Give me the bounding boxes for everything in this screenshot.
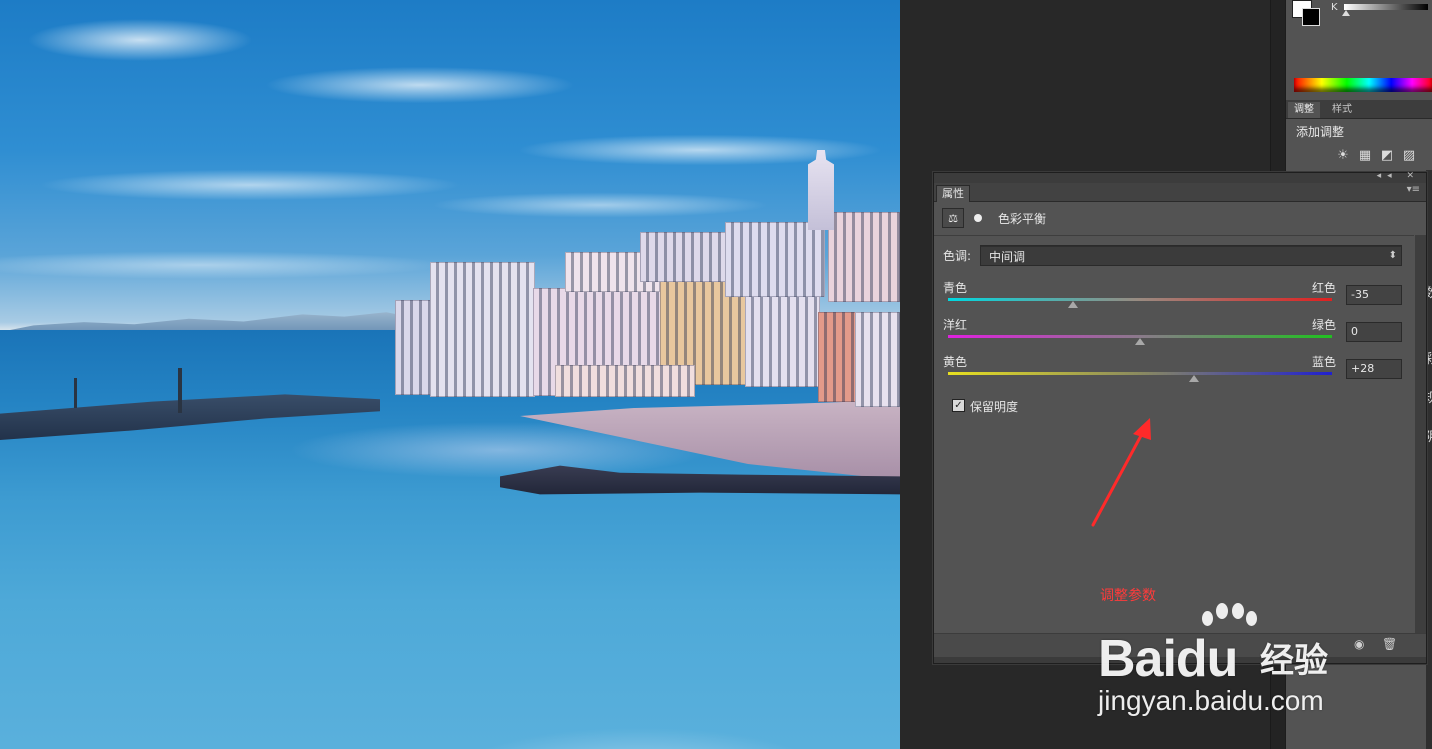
properties-header: ⚖ 色彩平衡 bbox=[942, 207, 1046, 229]
watermark-brand-tail: du bbox=[1175, 630, 1239, 688]
trash-icon[interactable]: 🗑 bbox=[1382, 637, 1397, 651]
header-divider bbox=[934, 235, 1414, 236]
tone-label: 色调: bbox=[943, 249, 972, 263]
watermark-brand: Baidu bbox=[1098, 629, 1239, 689]
k-slider-track[interactable] bbox=[1344, 4, 1428, 10]
bell-tower bbox=[808, 150, 834, 230]
red-label: 红色 bbox=[1312, 281, 1337, 295]
watermark-cn: 经验 bbox=[1260, 641, 1328, 681]
magenta-green-value: 0 bbox=[1351, 325, 1358, 338]
paw-icon bbox=[1202, 611, 1213, 626]
adjustment-icon-row: ☀ ▦ ◩ ▨ bbox=[1334, 148, 1418, 166]
k-channel-label: K bbox=[1331, 2, 1338, 13]
panel-drag-bar[interactable]: ◂◂ ✕ bbox=[934, 171, 1426, 183]
paw-icon bbox=[1216, 603, 1228, 619]
tab-adjustments[interactable]: 调整 bbox=[1288, 102, 1320, 118]
exposure-icon[interactable]: ▨ bbox=[1400, 148, 1418, 164]
magenta-label: 洋红 bbox=[943, 318, 968, 332]
watermark-url: jingyan.baidu.com bbox=[1098, 685, 1324, 716]
building bbox=[725, 222, 825, 297]
properties-tabbar: 属性 ▾≡ bbox=[934, 183, 1426, 202]
cyan-red-value: -35 bbox=[1351, 288, 1369, 301]
panel-scrollbar[interactable] bbox=[1415, 235, 1426, 633]
baidu-jingyan-watermark: Baidu 经验 jingyan.baidu.com bbox=[1098, 595, 1368, 725]
panel-menu-icon[interactable]: ▾≡ bbox=[1407, 184, 1420, 195]
building bbox=[855, 312, 900, 407]
balance-scale-icon[interactable]: ⚖ bbox=[942, 208, 964, 228]
properties-panel: ◂◂ ✕ 属性 ▾≡ ⚖ 色彩平衡 色调: 中间调 ⬍ 青色 红色 -35 洋红… bbox=[933, 171, 1427, 664]
color-spectrum-bar[interactable] bbox=[1294, 78, 1432, 92]
adjustment-title: 色彩平衡 bbox=[998, 211, 1047, 226]
tone-dropdown[interactable]: 中间调 ⬍ bbox=[980, 245, 1402, 266]
cyan-red-slider-thumb[interactable] bbox=[1067, 301, 1078, 308]
pier-lamp bbox=[178, 368, 182, 413]
layer-mask-icon[interactable] bbox=[970, 210, 986, 226]
cyan-red-value-field[interactable]: -35 bbox=[1346, 285, 1402, 305]
tab-properties[interactable]: 属性 bbox=[936, 185, 970, 202]
building bbox=[555, 365, 695, 397]
panel-collapse-close-buttons[interactable]: ◂◂ ✕ bbox=[1377, 171, 1420, 181]
yellow-blue-value: +28 bbox=[1351, 362, 1375, 375]
yellow-blue-slider[interactable] bbox=[948, 372, 1332, 375]
preserve-luminosity-checkbox[interactable]: ✓ bbox=[952, 399, 965, 412]
magenta-green-value-field[interactable]: 0 bbox=[1346, 322, 1402, 342]
document-canvas[interactable] bbox=[0, 0, 900, 749]
magenta-green-slider-thumb[interactable] bbox=[1135, 338, 1145, 345]
blue-label: 蓝色 bbox=[1312, 355, 1337, 369]
cyan-label: 青色 bbox=[943, 281, 968, 295]
dropdown-arrows-icon: ⬍ bbox=[1388, 250, 1397, 261]
pier-post bbox=[74, 378, 77, 408]
background-color-swatch[interactable] bbox=[1302, 8, 1320, 26]
paw-icon bbox=[1232, 603, 1244, 619]
brightness-icon[interactable]: ☀ bbox=[1334, 148, 1352, 164]
tone-dropdown-value: 中间调 bbox=[989, 250, 1026, 264]
adjustments-tabbar: 调整 样式 bbox=[1286, 100, 1432, 119]
building bbox=[640, 232, 730, 282]
building bbox=[818, 312, 858, 402]
k-slider-thumb[interactable] bbox=[1342, 10, 1350, 16]
building bbox=[395, 300, 435, 395]
cyan-red-slider[interactable] bbox=[948, 298, 1332, 301]
yellow-blue-slider-thumb[interactable] bbox=[1188, 375, 1199, 382]
annotation-arrow bbox=[1091, 418, 1151, 527]
add-adjustment-label: 添加调整 bbox=[1296, 125, 1345, 139]
paw-icon bbox=[1246, 611, 1257, 626]
yellow-blue-value-field[interactable]: +28 bbox=[1346, 359, 1402, 379]
watermark-brand-head: Bai bbox=[1098, 630, 1177, 688]
building bbox=[828, 212, 900, 302]
distant-mountains bbox=[0, 312, 420, 332]
curves-icon[interactable]: ◩ bbox=[1378, 148, 1396, 164]
building bbox=[430, 262, 535, 397]
tab-styles[interactable]: 样式 bbox=[1326, 102, 1358, 118]
yellow-label: 黄色 bbox=[943, 355, 968, 369]
levels-icon[interactable]: ▦ bbox=[1356, 148, 1374, 164]
preserve-luminosity-label: 保留明度 bbox=[970, 400, 1019, 414]
building bbox=[745, 292, 820, 387]
green-label: 绿色 bbox=[1312, 318, 1337, 332]
